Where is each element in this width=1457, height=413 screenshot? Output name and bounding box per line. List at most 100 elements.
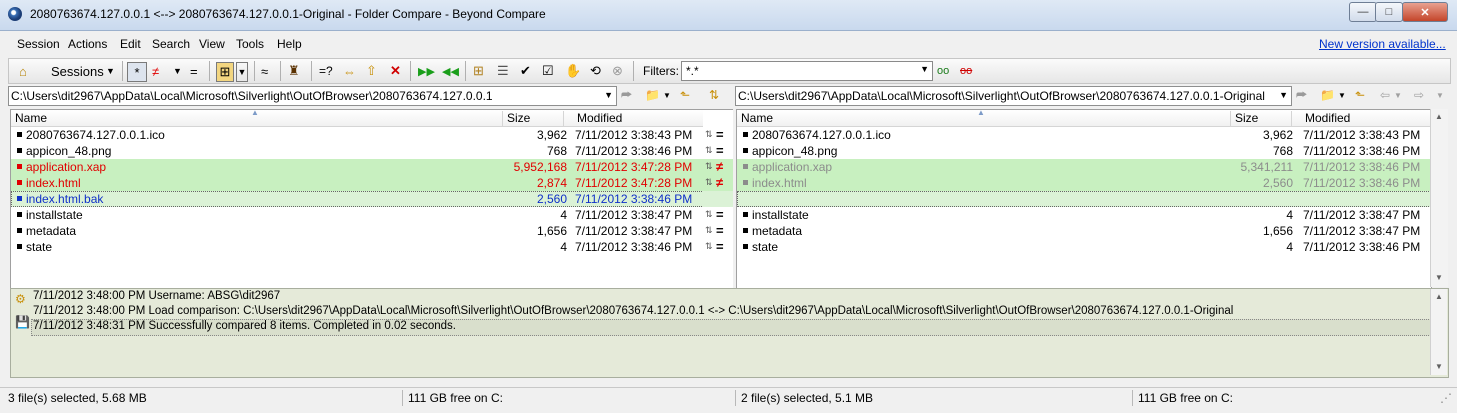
forward-icon[interactable]: ⇨ [1414,87,1424,103]
cancel-icon[interactable]: ⊗ [612,62,623,80]
file-name[interactable]: 2080763674.127.0.0.1.ico [17,128,165,142]
new-version-link[interactable]: New version available... [1319,37,1446,51]
file-row[interactable]: 2080763674.127.0.0.1.ico 3,962 7/11/2012 3… [737,127,1431,143]
chevron-down-icon[interactable]: ▼ [106,62,115,80]
gear-icon[interactable]: ⚙ [15,292,26,306]
close-button[interactable]: ✕ [1402,2,1448,22]
left-file-pane[interactable]: Name ▲ Size Modified 2080763674.127.0.0.1… [10,109,705,289]
chevron-down-icon[interactable]: ▼ [1436,87,1444,103]
menu-edit[interactable]: Edit [120,37,141,51]
file-name[interactable]: state [17,240,52,254]
touch-icon[interactable]: ✋ [565,62,581,80]
right-path-text[interactable]: C:\Users\dit2967\AppData\Local\Microsoft… [738,89,1265,103]
file-name[interactable]: index.html.bak [17,192,103,206]
left-size-column-header[interactable]: Size [503,111,564,126]
file-name[interactable]: appicon_48.png [17,144,111,158]
file-row[interactable]: index.html.bak 2,560 7/11/2012 3:38:46 PM [11,191,704,207]
file-row[interactable]: 2080763674.127.0.0.1.ico 3,962 7/11/2012 3… [11,127,704,143]
right-path-combobox[interactable]: C:\Users\dit2967\AppData\Local\Microsoft… [735,86,1292,106]
file-name[interactable]: metadata [743,224,802,238]
filter-show-icon[interactable]: oo [937,62,949,80]
copy-right-icon[interactable]: ▶▶ [418,62,435,80]
back-icon[interactable]: ⇦ [1380,87,1390,103]
right-modified-column-header[interactable]: Modified [1301,111,1431,126]
file-name[interactable]: state [743,240,778,254]
parent-folder-icon[interactable]: ⬑ [1355,87,1365,103]
file-row[interactable]: appicon_48.png 768 7/11/2012 3:38:46 PM [11,143,704,159]
select-all-icon[interactable]: ✔ [520,62,531,80]
expand-icon[interactable]: ⊞ [473,62,484,80]
file-name[interactable]: index.html [17,176,81,190]
file-row[interactable]: index.html 2,874 7/11/2012 3:47:28 PM [11,175,704,191]
menu-session[interactable]: Session [17,37,60,51]
resize-grip-icon[interactable]: ⋰ [1440,391,1452,405]
right-size-column-header[interactable]: Size [1231,111,1292,126]
browse-folder-icon[interactable]: 📁 [1320,87,1335,103]
left-path-combobox[interactable]: C:\Users\dit2967\AppData\Local\Microsoft… [8,86,617,106]
file-row[interactable]: application.xap 5,952,168 7/11/2012 3:47:2… [11,159,704,175]
right-name-column-header[interactable]: Name ▲ [737,110,1231,126]
menu-help[interactable]: Help [277,37,302,51]
go-icon[interactable]: ⮫ [1296,87,1307,103]
stop-icon[interactable]: ♜ [288,62,300,80]
menu-tools[interactable]: Tools [236,37,264,51]
refresh-icon[interactable]: ⟲ [590,62,601,80]
swap-sides-icon[interactable]: ⇔ [343,62,356,80]
browse-folder-icon[interactable]: 📁 [645,87,660,103]
show-all-icon[interactable]: * [127,62,147,82]
right-file-pane[interactable]: Name ▲ Size Modified 2080763674.127.0.0.1… [736,109,1432,289]
file-name[interactable]: index.html [743,176,807,190]
file-name[interactable]: appicon_48.png [743,144,837,158]
go-icon[interactable]: ⮫ [621,87,632,103]
file-name[interactable]: application.xap [743,160,832,174]
scroll-down-icon[interactable]: ▼ [1435,362,1443,371]
left-name-column-header[interactable]: Name ▲ [11,110,503,126]
log-scrollbar[interactable]: ▲ ▼ [1430,289,1447,375]
up-level-icon[interactable]: ⇧ [366,62,377,80]
home-icon[interactable]: ⌂ [19,62,27,80]
file-row[interactable]: metadata 1,656 7/11/2012 3:38:47 PM [737,223,1431,239]
rules-icon[interactable]: ≈ [261,62,268,80]
menu-search[interactable]: Search [152,37,190,51]
scroll-up-icon[interactable]: ▲ [1435,112,1443,121]
copy-left-icon[interactable]: ◀◀ [442,62,459,80]
menu-view[interactable]: View [199,37,225,51]
chevron-down-icon[interactable]: ▼ [604,90,613,100]
chevron-down-icon[interactable]: ▼ [920,64,929,74]
chevron-down-icon[interactable]: ▼ [663,87,671,103]
chevron-down-icon[interactable]: ▼ [1338,87,1346,103]
file-name[interactable]: application.xap [17,160,106,174]
file-name[interactable]: 2080763674.127.0.0.1.ico [743,128,891,142]
swap-folders-icon[interactable]: ⇅ [709,87,719,103]
sessions-button[interactable]: Sessions [51,62,104,80]
menu-actions[interactable]: Actions [68,37,107,51]
parent-folder-icon[interactable]: ⬑ [680,87,690,103]
scroll-up-icon[interactable]: ▲ [1435,292,1443,301]
minimize-button[interactable]: — [1349,2,1377,22]
delete-icon[interactable]: ✕ [390,62,401,80]
file-row[interactable]: installstate 4 7/11/2012 3:38:47 PM [11,207,704,223]
filters-combobox[interactable]: *.* ▼ [681,61,933,81]
chevron-down-icon[interactable]: ▼ [236,62,248,82]
left-modified-column-header[interactable]: Modified [573,111,704,126]
file-row[interactable]: metadata 1,656 7/11/2012 3:38:47 PM [11,223,704,239]
file-row[interactable] [737,191,1431,207]
file-row[interactable]: application.xap 5,341,211 7/11/2012 3:38:4… [737,159,1431,175]
compare-contents-icon[interactable]: =? [319,62,333,80]
select-changed-icon[interactable]: ☑ [542,62,554,80]
vertical-scrollbar[interactable]: ▲ ▼ [1430,109,1448,287]
file-name[interactable]: metadata [17,224,76,238]
chevron-down-icon[interactable]: ▼ [173,62,182,80]
chevron-down-icon[interactable]: ▼ [1279,90,1288,100]
file-name[interactable]: installstate [17,208,83,222]
folder-structure-icon[interactable]: ⊞ [216,62,234,82]
left-path-text[interactable]: C:\Users\dit2967\AppData\Local\Microsoft… [11,89,493,103]
chevron-down-icon[interactable]: ▼ [1394,87,1402,103]
show-same-icon[interactable]: = [190,62,198,80]
maximize-button[interactable]: □ [1375,2,1403,22]
filter-hide-icon[interactable]: oo [960,62,972,80]
file-row[interactable]: state 4 7/11/2012 3:38:46 PM [737,239,1431,255]
file-name[interactable]: installstate [743,208,809,222]
file-row[interactable]: state 4 7/11/2012 3:38:46 PM [11,239,704,255]
file-row[interactable]: installstate 4 7/11/2012 3:38:47 PM [737,207,1431,223]
